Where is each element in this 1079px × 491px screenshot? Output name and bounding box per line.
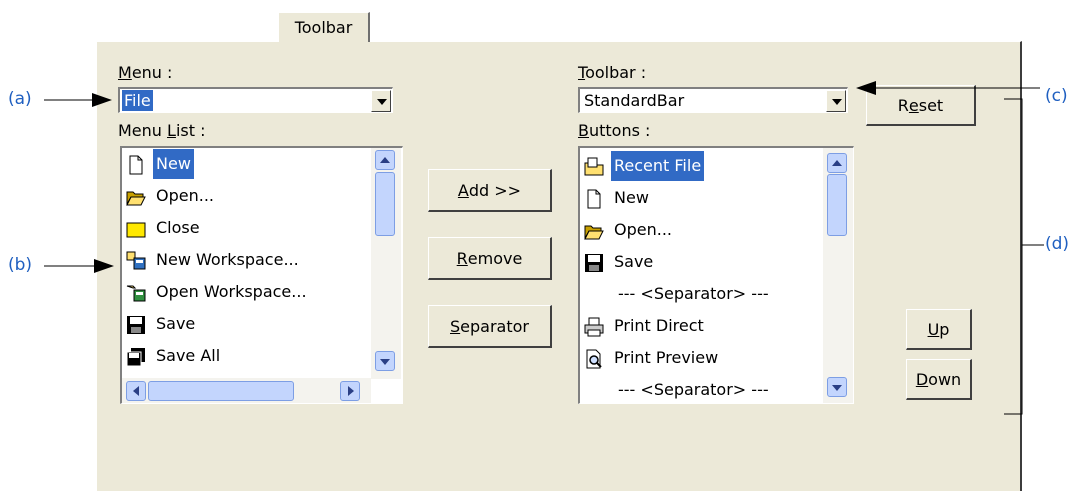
annotation-leaders	[44, 81, 1044, 415]
tab-toolbar[interactable]: Toolbar	[278, 12, 370, 42]
